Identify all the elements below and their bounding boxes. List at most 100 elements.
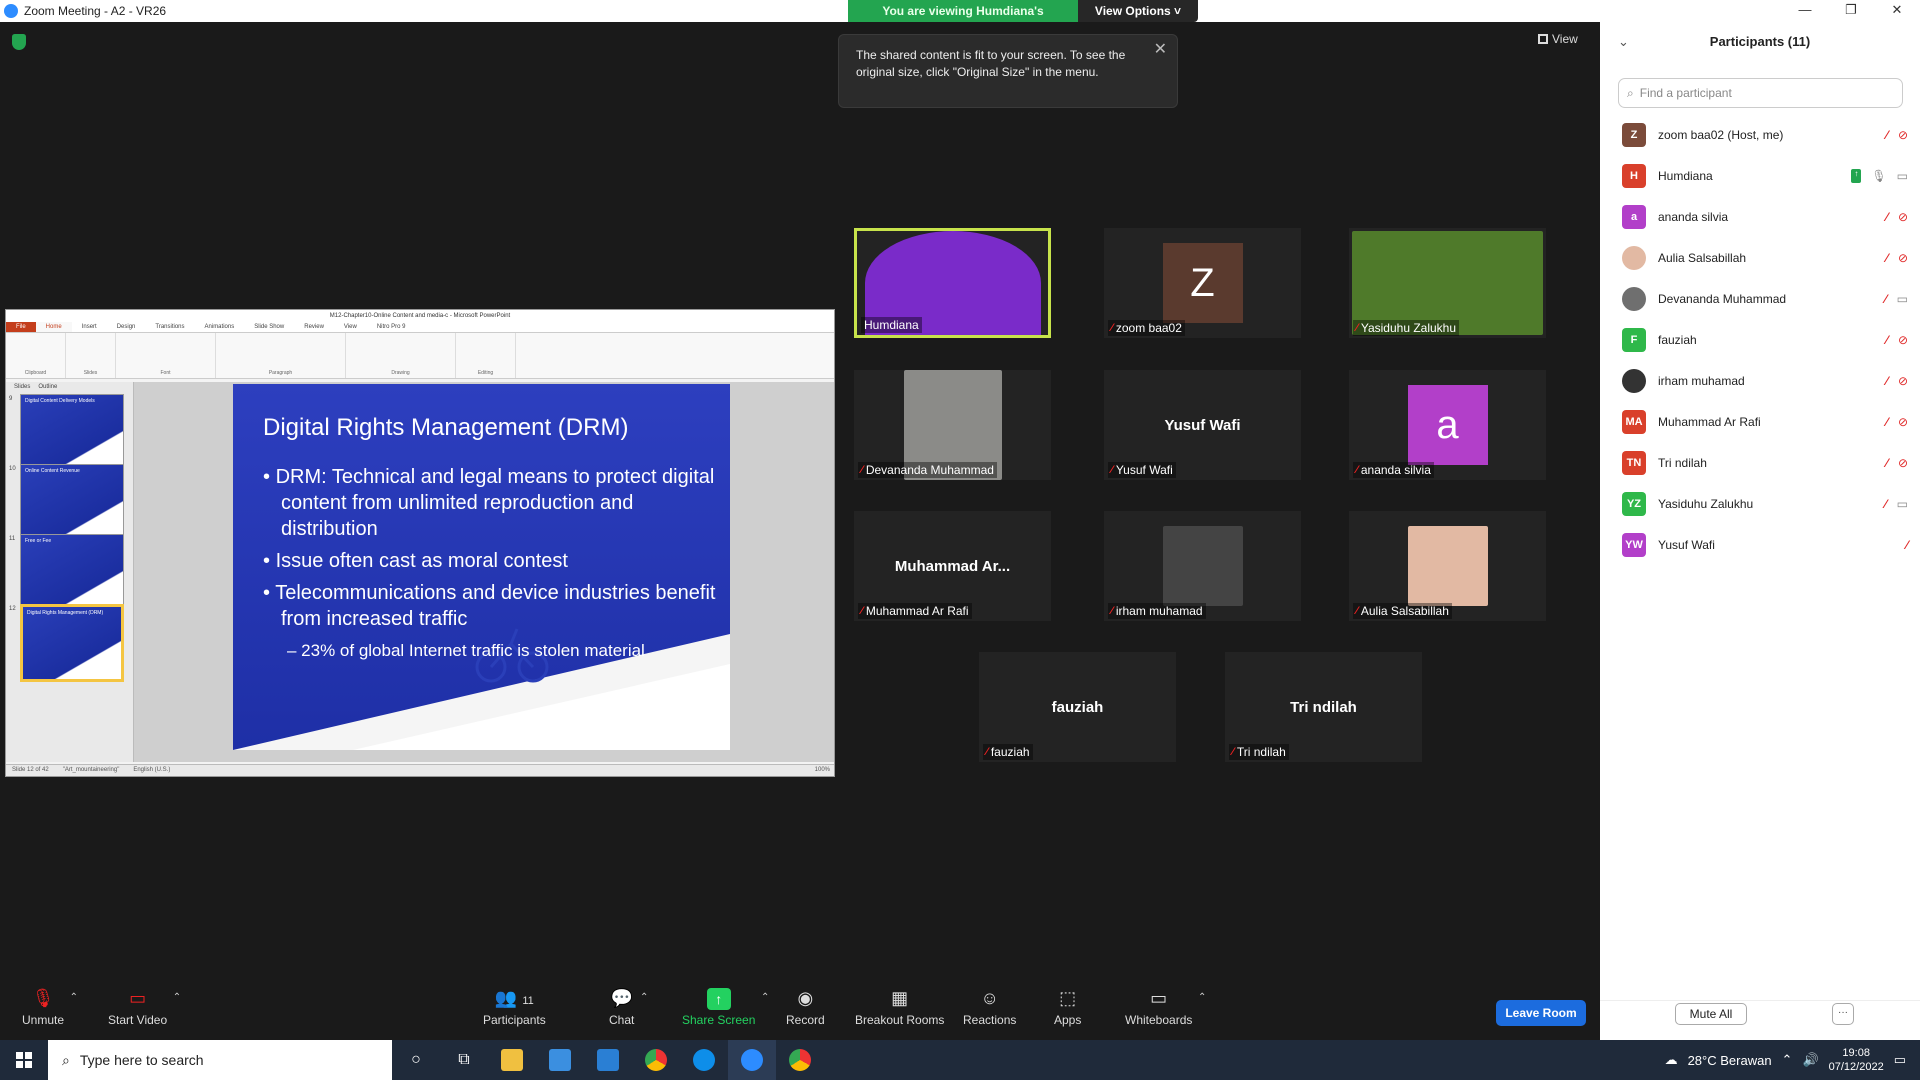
thumb-title: Online Content Revenue (25, 468, 80, 474)
participant-row[interactable]: irham muhamad ⁄ ⊘ (1600, 360, 1920, 401)
zoom-taskbar-icon[interactable] (728, 1040, 776, 1080)
ppt-tab[interactable]: File (6, 322, 36, 332)
video-off-icon: ⊘ (1897, 455, 1908, 470)
chat-button[interactable]: 💬 Chat ⌃ (609, 988, 648, 1027)
unmute-button[interactable]: 🎙 Unmute ⌃ (22, 988, 78, 1027)
teamviewer-icon[interactable] (680, 1040, 728, 1080)
taskbar-search-input[interactable]: ⌕ Type here to search (48, 1040, 392, 1080)
close-window-button[interactable]: ✕ (1874, 0, 1920, 22)
participant-row[interactable]: Devananda Muhammad ⁄ ▭ (1600, 278, 1920, 319)
chrome-profile-icon[interactable] (776, 1040, 824, 1080)
clock[interactable]: 19:08 07/12/2022 (1829, 1046, 1884, 1074)
video-tile[interactable]: Z ⁄ zoom baa02 (1104, 228, 1301, 338)
participant-search-input[interactable]: ⌕ Find a participant (1618, 78, 1903, 108)
mic-muted-icon: ⁄ (1356, 605, 1358, 617)
mail-icon[interactable] (584, 1040, 632, 1080)
leave-room-button[interactable]: Leave Room (1496, 1000, 1586, 1026)
security-shield-icon[interactable] (12, 34, 26, 50)
slide-thumbnail-selected: Digital Rights Management (DRM) (20, 604, 124, 682)
participant-video (1407, 526, 1488, 606)
thumb-number: 12 (9, 606, 16, 612)
ppt-tab[interactable]: View (334, 322, 367, 332)
chevron-down-icon[interactable]: ⌄ (1618, 34, 1629, 50)
caret-up-icon[interactable]: ⌃ (70, 992, 78, 1003)
ppt-tab[interactable]: Home (35, 322, 72, 332)
speaker-icon[interactable]: 🔊 (1802, 1052, 1818, 1068)
participant-row[interactable]: YW Yusuf Wafi ⁄ (1600, 524, 1920, 565)
tile-name-label: ⁄ Devananda Muhammad (858, 462, 997, 478)
participant-row[interactable]: YZ Yasiduhu Zalukhu ⁄ ▭ (1600, 483, 1920, 524)
slide-bullet: Telecommunications and device industries… (263, 580, 723, 632)
participant-row[interactable]: H Humdiana ↑ 🎙 ▭ (1600, 155, 1920, 196)
ppt-tab[interactable]: Design (107, 322, 146, 332)
participant-row[interactable]: Ffauziah ⁄ ⊘ (1600, 319, 1920, 360)
ppt-ribbon: Clipboard Slides Font Paragraph Drawing Editi… (6, 333, 834, 379)
reactions-button[interactable]: ☺ Reactions (963, 988, 1016, 1027)
whiteboards-button[interactable]: ▭ Whiteboards ⌃ (1125, 988, 1206, 1027)
view-options-button[interactable]: View Options ˅ (1078, 0, 1198, 22)
participant-row[interactable]: MA Muhammad Ar Rafi ⁄ ⊘ (1600, 401, 1920, 442)
ppt-tab[interactable]: Animations (195, 322, 245, 332)
weather-icon: ☁ (1664, 1052, 1678, 1067)
avatar: F (1622, 327, 1646, 352)
window-titlebar: Zoom Meeting - A2 - VR26 (0, 0, 1600, 22)
ppt-tab[interactable]: Slide Show (244, 322, 294, 332)
participant-row[interactable]: TN Tri ndilah ⁄ ⊘ (1600, 442, 1920, 483)
meeting-toolbar: 🎙 Unmute ⌃ ▭ Start Video ⌃ 👥 11 Particip… (0, 982, 1600, 1040)
video-tile[interactable]: Humdiana (854, 228, 1051, 338)
participant-row[interactable]: Zzoom baa02 (Host, me) ⁄ ⊘ (1600, 114, 1920, 155)
notification-icon[interactable]: ▭ (1894, 1052, 1906, 1068)
record-button[interactable]: ◉ Record (786, 988, 825, 1027)
video-icon: ▭ (1896, 496, 1908, 511)
video-tile[interactable]: Yusuf Wafi ⁄ Yusuf Wafi (1104, 370, 1301, 480)
start-button[interactable] (0, 1040, 48, 1080)
share-screen-button[interactable]: ↑ Share Screen ⌃ (682, 988, 769, 1027)
avatar: a (1622, 204, 1646, 229)
chrome-icon[interactable] (632, 1040, 680, 1080)
participant-row[interactable]: Aulia Salsabillah ⁄ ⊘ (1600, 237, 1920, 278)
breakout-rooms-button[interactable]: ▦ Breakout Rooms (855, 988, 944, 1027)
mute-all-button[interactable]: Mute All (1675, 1003, 1747, 1025)
apps-button[interactable]: ⬚ Apps (1054, 988, 1081, 1027)
weather-text[interactable]: 28°C Berawan (1688, 1053, 1772, 1068)
task-view-icon[interactable]: ⧉ (440, 1040, 488, 1080)
tile-name: ananda silvia (1360, 463, 1431, 477)
participant-video (1162, 526, 1243, 606)
video-tile[interactable]: ⁄ Devananda Muhammad (854, 370, 1051, 480)
ppt-tab[interactable]: Insert (72, 322, 107, 332)
minimize-button[interactable]: — (1782, 0, 1828, 22)
video-tile[interactable]: Tri ndilah ⁄ Tri ndilah (1225, 652, 1422, 762)
whiteboard-icon: ▭ (1150, 988, 1168, 1008)
store-icon[interactable] (536, 1040, 584, 1080)
apps-label: Apps (1054, 1013, 1082, 1027)
ppt-tab[interactable]: Review (294, 322, 334, 332)
video-tile[interactable]: ⁄ Yasiduhu Zalukhu (1349, 228, 1546, 338)
more-options-button[interactable]: ··· (1832, 1003, 1854, 1025)
video-tile[interactable]: ⁄ Aulia Salsabillah (1349, 511, 1546, 621)
ppt-tab[interactable]: Transitions (145, 322, 194, 332)
ppt-tab[interactable]: Nitro Pro 9 (367, 322, 416, 332)
chevron-up-icon[interactable]: ⌃ (1782, 1052, 1793, 1068)
caret-up-icon[interactable]: ⌃ (173, 992, 181, 1003)
video-tile[interactable]: Muhammad Ar... ⁄ Muhammad Ar Rafi (854, 511, 1051, 621)
unmute-label: Unmute (22, 1013, 65, 1027)
restore-button[interactable]: ❐ (1828, 0, 1874, 22)
start-video-button[interactable]: ▭ Start Video ⌃ (108, 988, 181, 1027)
tile-name-label: ⁄ Yasiduhu Zalukhu (1353, 320, 1460, 336)
participants-button[interactable]: 👥 11 Participants (483, 988, 546, 1027)
search-icon: ⌕ (1627, 86, 1634, 100)
caret-up-icon[interactable]: ⌃ (761, 992, 769, 1003)
clock-time: 19:08 (1842, 1047, 1870, 1059)
reactions-label: Reactions (963, 1013, 1017, 1027)
video-tile[interactable]: fauziah ⁄ fauziah (979, 652, 1176, 762)
tile-name: Aulia Salsabillah (1360, 604, 1449, 618)
video-tile[interactable]: ⁄ irham muhamad (1104, 511, 1301, 621)
caret-up-icon[interactable]: ⌃ (1198, 992, 1206, 1003)
caret-up-icon[interactable]: ⌃ (640, 992, 648, 1003)
cortana-icon[interactable]: ○ (392, 1040, 440, 1080)
view-button[interactable]: View (1538, 32, 1578, 46)
participant-row[interactable]: a ananda silvia ⁄ ⊘ (1600, 196, 1920, 237)
video-tile[interactable]: a ⁄ ananda silvia (1349, 370, 1546, 480)
file-explorer-icon[interactable] (488, 1040, 536, 1080)
close-icon[interactable]: ✕ (1154, 41, 1167, 58)
